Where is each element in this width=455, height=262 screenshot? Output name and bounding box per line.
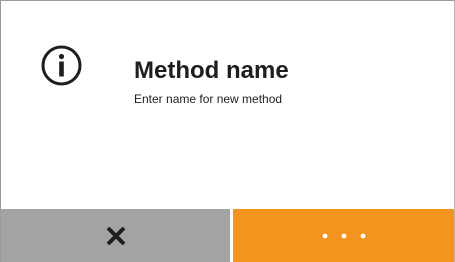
cancel-button[interactable] <box>1 209 233 262</box>
more-options-button[interactable] <box>233 209 454 262</box>
info-icon <box>41 45 82 86</box>
more-dots-icon <box>322 233 365 238</box>
dialog-button-bar <box>1 209 454 262</box>
method-name-dialog: Method name Enter name for new method <box>0 0 455 262</box>
close-icon <box>106 226 125 245</box>
dialog-title: Method name <box>134 57 289 84</box>
dialog-message: Enter name for new method <box>134 92 283 106</box>
